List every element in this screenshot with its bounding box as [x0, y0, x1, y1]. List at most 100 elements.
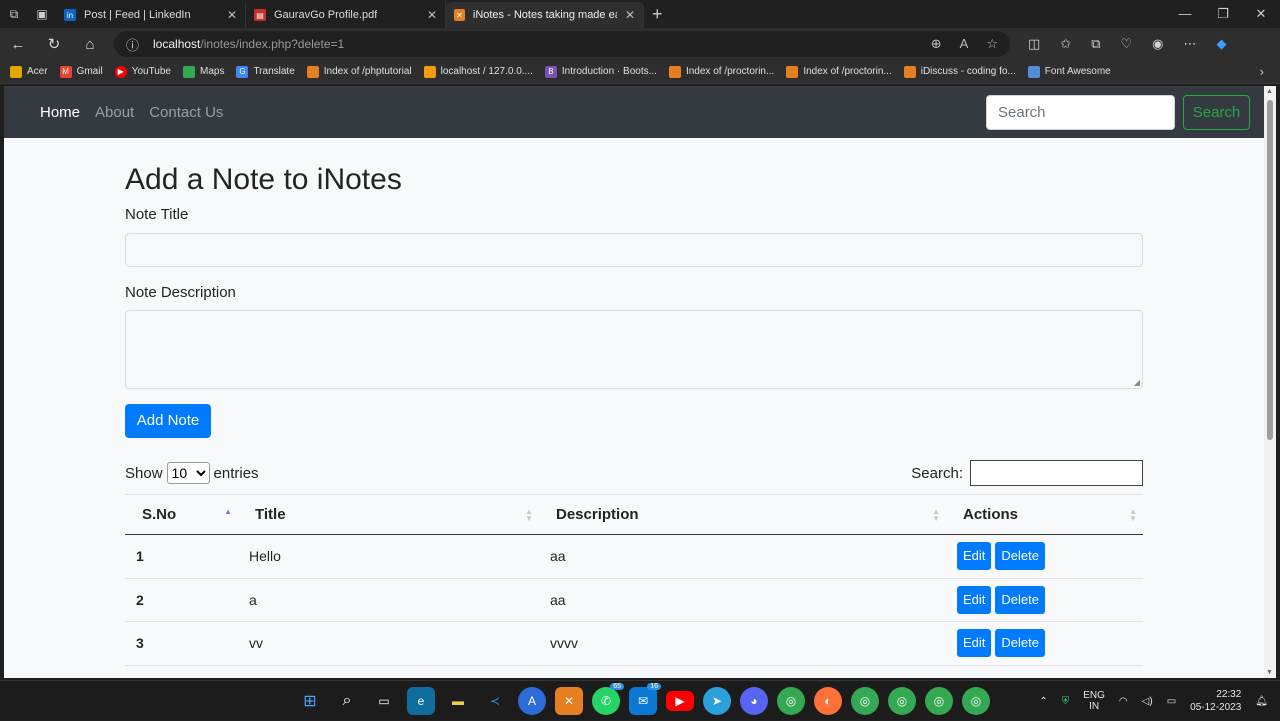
chrome-profile-icon[interactable]: ◎ — [962, 687, 990, 715]
tab-inotes[interactable]: ✕ iNotes - Notes taking made easy ✕ — [446, 2, 644, 28]
whatsapp-icon[interactable]: ✆ 65 — [592, 683, 624, 715]
nav-home[interactable]: Home — [40, 104, 80, 121]
tab-pdf[interactable]: ▤ GauravGo Profile.pdf ✕ — [246, 2, 446, 28]
page-scrollbar[interactable]: ▲ ▼ — [1264, 86, 1276, 678]
bookmark-proctoring-2[interactable]: Index of /proctorin... — [786, 65, 892, 78]
bookmark-youtube[interactable]: ▶ YouTube — [114, 65, 171, 78]
scrollbar-thumb[interactable] — [1267, 100, 1273, 440]
nav-contact[interactable]: Contact Us — [149, 104, 223, 121]
mail-icon[interactable]: ✉ 16 — [629, 683, 661, 715]
close-tab-icon[interactable]: ✕ — [219, 8, 237, 22]
workspaces-icon[interactable]: ⧉ — [0, 0, 28, 28]
search-icon[interactable]: ⌕ — [333, 687, 361, 715]
bookmark-proctoring-1[interactable]: Index of /proctorin... — [668, 65, 774, 78]
bookmark-label: Font Awesome — [1044, 66, 1111, 77]
close-tab-icon[interactable]: ✕ — [419, 8, 437, 22]
edit-button[interactable]: Edit — [957, 629, 992, 658]
xampp-icon[interactable]: ✕ — [555, 687, 583, 715]
more-menu-icon[interactable]: ⋯ — [1184, 36, 1197, 52]
edit-button[interactable]: Edit — [957, 542, 992, 571]
note-description-textarea[interactable]: ◢ — [125, 310, 1143, 389]
entries-select[interactable]: 10 — [166, 462, 210, 484]
close-tab-icon[interactable]: ✕ — [617, 8, 635, 22]
read-aloud-icon[interactable]: A — [960, 36, 969, 52]
bookmark-idiscuss[interactable]: iDiscuss - coding fo... — [903, 65, 1016, 78]
bookmark-phptutorial[interactable]: Index of /phptutorial — [306, 65, 412, 78]
youtube-icon[interactable]: ▶ — [666, 691, 694, 711]
url-field[interactable]: ⓘ localhost /inotes/index.php?delete=1 ⊕… — [114, 31, 1010, 57]
delete-button[interactable]: Delete — [995, 542, 1045, 571]
browser-essentials-icon[interactable]: ♡ — [1121, 36, 1133, 52]
nav-about[interactable]: About — [95, 104, 134, 121]
collections-icon[interactable]: ⧉ — [1091, 36, 1100, 52]
clock[interactable]: 22:32 05-12-2023 — [1190, 688, 1241, 714]
favorites-icon[interactable]: ✩ — [1060, 36, 1071, 52]
zoom-icon[interactable]: ⊕ — [931, 36, 942, 52]
chrome-profile-icon[interactable]: ◎ — [851, 687, 879, 715]
favorite-star-icon[interactable]: ☆ — [986, 36, 998, 52]
task-view-icon[interactable]: ▭ — [370, 687, 398, 715]
chrome-icon[interactable]: ◎ — [777, 687, 805, 715]
profile-avatar-icon[interactable]: ◉ — [1152, 36, 1163, 52]
firefox-icon[interactable]: ◐ — [814, 687, 842, 715]
bookmark-acer[interactable]: Acer — [10, 65, 48, 78]
start-icon[interactable]: ⊞ — [296, 687, 324, 715]
col-header-actions[interactable]: Actions ▲ ▼ — [946, 494, 1143, 535]
bookmark-maps[interactable]: Maps — [182, 65, 224, 78]
scroll-down-icon[interactable]: ▼ — [1266, 669, 1273, 676]
battery-icon[interactable]: ▭ — [1167, 696, 1176, 707]
delete-button[interactable]: Delete — [995, 585, 1045, 614]
bookmark-label: Acer — [27, 66, 48, 77]
resize-grip-icon[interactable]: ◢ — [1134, 378, 1140, 387]
reload-icon[interactable]: ↻ — [36, 35, 72, 53]
tab-actions-icon[interactable]: ▣ — [28, 0, 56, 28]
home-icon[interactable]: ⌂ — [72, 36, 108, 53]
back-icon[interactable]: ← — [0, 36, 36, 53]
discord-icon[interactable]: ◕ — [740, 687, 768, 715]
bookmark-bootstrap[interactable]: B Introduction · Boots... — [544, 65, 657, 78]
bookmark-gmail[interactable]: M Gmail — [59, 65, 103, 78]
bookmarks-bar: Acer M Gmail ▶ YouTube Maps G Translate Ind… — [0, 60, 1280, 84]
col-header-description[interactable]: Description ▲ ▼ — [539, 494, 946, 535]
chrome-profile-icon[interactable]: ◎ — [925, 687, 953, 715]
chrome-profile-icon[interactable]: ◎ — [888, 687, 916, 715]
close-window-icon[interactable]: ✕ — [1242, 6, 1280, 22]
wifi-icon[interactable]: ◠ — [1119, 696, 1128, 707]
tab-linkedin[interactable]: in Post | Feed | LinkedIn ✕ — [56, 2, 246, 28]
copilot-icon[interactable]: ◆ — [1217, 36, 1227, 52]
notification-bell-icon[interactable]: 🔔︎ — [1255, 696, 1268, 707]
navbar-search-input[interactable] — [986, 94, 1175, 130]
navbar-search-button[interactable]: Search — [1183, 94, 1250, 130]
security-shield-icon[interactable]: ⛨ — [1062, 696, 1070, 707]
minimize-icon[interactable]: — — [1166, 6, 1204, 22]
chevron-up-icon[interactable]: ⌃ — [1039, 696, 1047, 707]
note-title-label: Note Title — [125, 206, 189, 223]
bookmark-translate[interactable]: G Translate — [236, 65, 295, 78]
restore-icon[interactable]: ❐ — [1204, 6, 1242, 22]
cell-actions: Edit Delete — [946, 621, 1143, 666]
language-indicator[interactable]: ENG IN — [1083, 690, 1105, 712]
scroll-up-icon[interactable]: ▲ — [1266, 88, 1273, 95]
entries-label: entries — [213, 464, 259, 482]
add-note-button[interactable]: Add Note — [125, 404, 211, 438]
volume-icon[interactable]: ◁) — [1142, 696, 1153, 707]
site-info-icon[interactable]: ⓘ — [126, 35, 139, 54]
edge-icon[interactable]: e — [407, 687, 435, 715]
telegram-icon[interactable]: ➤ — [703, 687, 731, 715]
table-row: 3 vv vvvv Edit Delete — [125, 621, 1143, 666]
new-tab-icon[interactable]: + — [652, 4, 663, 25]
col-header-sno[interactable]: S.No ▲ — [125, 494, 238, 535]
vscode-icon[interactable]: ≺ — [481, 687, 509, 715]
note-title-input[interactable] — [125, 233, 1143, 267]
delete-button[interactable]: Delete — [995, 629, 1045, 658]
app-store-icon[interactable]: A — [518, 687, 546, 715]
edit-button[interactable]: Edit — [957, 585, 992, 614]
chevron-right-icon[interactable]: › — [1260, 64, 1264, 79]
split-screen-icon[interactable]: ◫ — [1028, 36, 1040, 52]
col-header-title[interactable]: Title ▲ ▼ — [238, 494, 539, 535]
bookmark-phpmyadmin[interactable]: localhost / 127.0.0.... — [423, 65, 533, 78]
file-explorer-icon[interactable]: ▬ — [444, 687, 472, 715]
bookmark-fontawesome[interactable]: Font Awesome — [1027, 65, 1111, 78]
xampp-icon — [786, 65, 799, 78]
datatable-search-input[interactable] — [970, 460, 1143, 486]
